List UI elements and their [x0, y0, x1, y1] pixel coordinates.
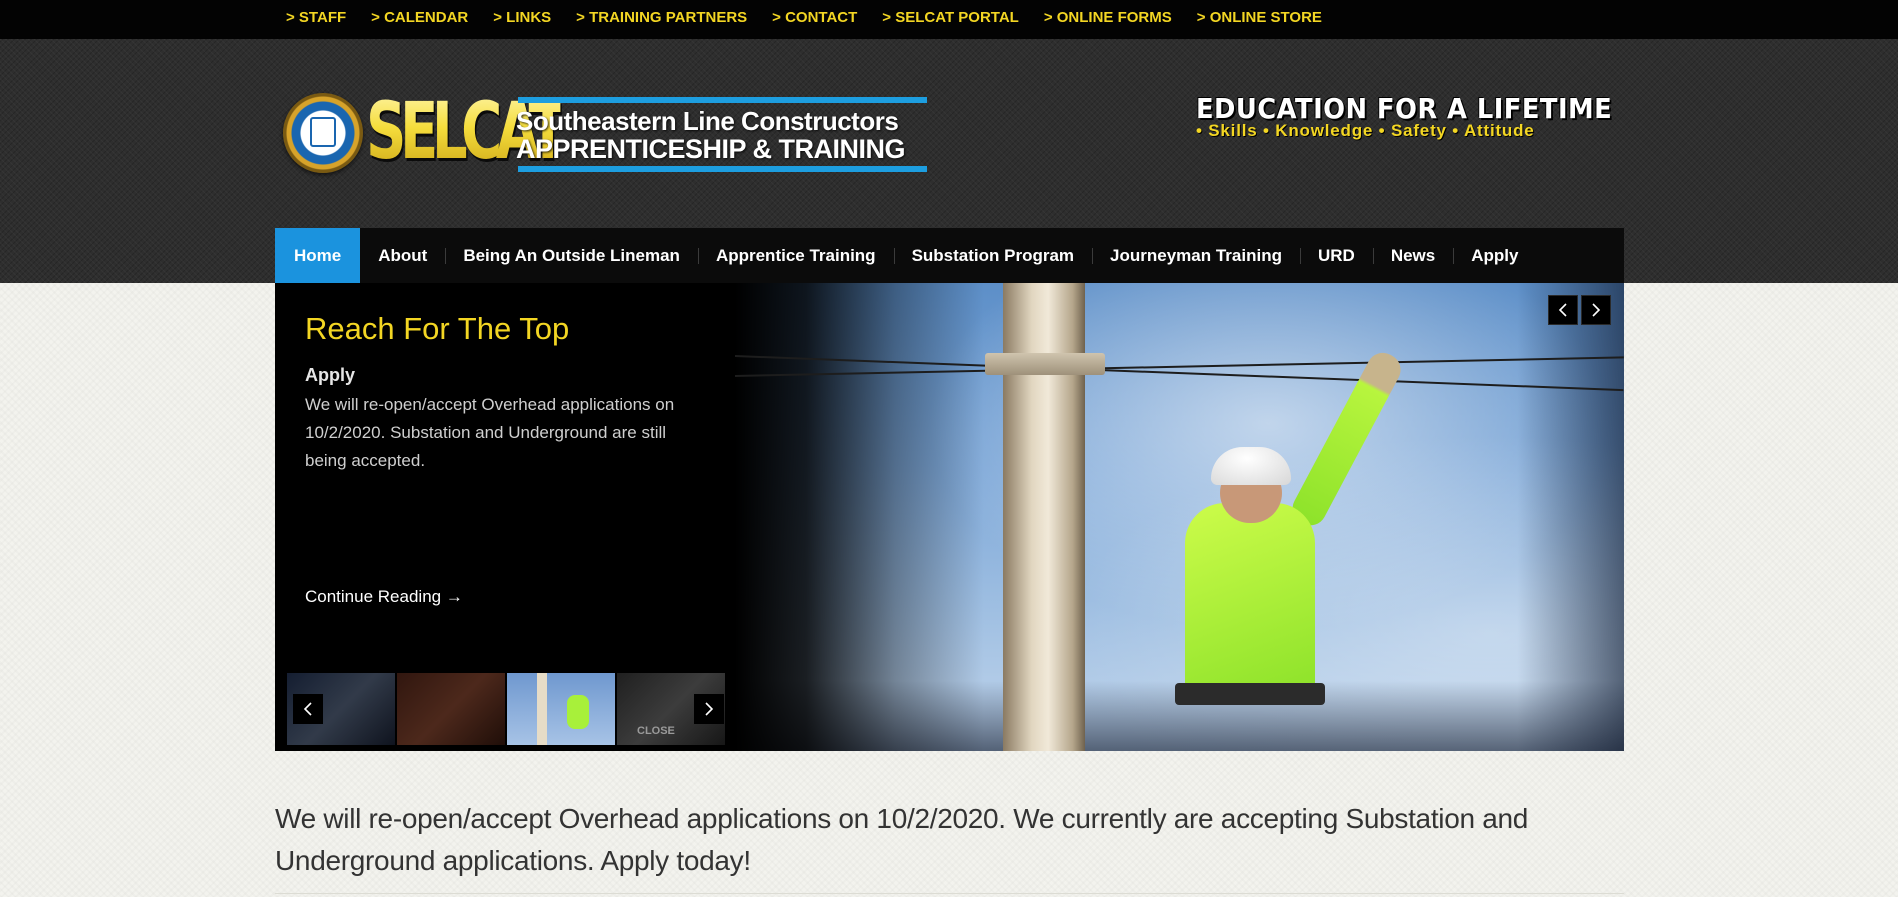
thumbnail-prev-button[interactable]: [293, 694, 323, 724]
announcement-text: We will re-open/accept Overhead applicat…: [275, 803, 1529, 876]
logo-tagline-line2: APPRENTICESHIP & TRAINING: [516, 134, 906, 164]
slide-description: We will re-open/accept Overhead applicat…: [305, 395, 675, 470]
lineman-arm: [1286, 347, 1407, 531]
nav-substation-program[interactable]: Substation Program: [893, 228, 1092, 283]
nav-news[interactable]: News: [1372, 228, 1453, 283]
top-utility-bar: > STAFF > CALENDAR > LINKS > TRAINING PA…: [0, 0, 1898, 39]
chevron-right-icon: [1592, 303, 1601, 317]
chevron-left-icon: [1558, 303, 1567, 317]
section-divider: [275, 893, 1624, 894]
link-online-store[interactable]: > ONLINE STORE: [1197, 9, 1322, 26]
thumbnail-next-button[interactable]: [694, 694, 724, 724]
slide-thumbnail-active[interactable]: [507, 673, 615, 745]
slide-prev-button[interactable]: [1548, 295, 1578, 325]
slide-subtitle: Apply: [305, 365, 356, 385]
hard-hat-icon: [1211, 447, 1291, 485]
site-logo[interactable]: SELCAT Southeastern Line Constructors AP…: [280, 87, 930, 180]
nav-apply[interactable]: Apply: [1453, 228, 1536, 283]
slide-thumbnail[interactable]: [397, 673, 505, 745]
seal-emblem-icon: [310, 117, 336, 147]
main-navigation: Home About Being An Outside Lineman Appr…: [275, 228, 1624, 283]
chevron-left-icon: [303, 702, 312, 716]
continue-reading-link[interactable]: Continue Reading →: [305, 587, 463, 607]
nav-being-an-outside-lineman[interactable]: Being An Outside Lineman: [445, 228, 698, 283]
link-contact[interactable]: > CONTACT: [772, 9, 857, 26]
link-calendar[interactable]: > CALENDAR: [371, 9, 468, 26]
featured-slider: Reach For The Top Apply We will re-open/…: [275, 283, 1624, 751]
slide-title: Reach For The Top: [305, 311, 570, 346]
slide-image-lineman[interactable]: [734, 283, 1624, 751]
lineman-figure: [1165, 347, 1407, 743]
link-training-partners[interactable]: > TRAINING PARTNERS: [576, 9, 747, 26]
slider-thumbnails: CLOSE: [287, 673, 725, 745]
climbing-belt: [1175, 683, 1325, 705]
utility-links: > STAFF > CALENDAR > LINKS > TRAINING PA…: [286, 0, 1322, 34]
nav-journeyman-training[interactable]: Journeyman Training: [1092, 228, 1300, 283]
seal-icon: [283, 93, 363, 173]
link-selcat-portal[interactable]: > SELCAT PORTAL: [882, 9, 1019, 26]
chevron-right-icon: [705, 702, 714, 716]
motto-title: EDUCATION FOR A LIFETIME: [1196, 92, 1613, 125]
header-motto: EDUCATION FOR A LIFETIME • Skills • Know…: [1196, 92, 1616, 141]
link-staff[interactable]: > STAFF: [286, 9, 346, 26]
link-online-forms[interactable]: > ONLINE FORMS: [1044, 9, 1172, 26]
logo-tagline-line1: Southeastern Line Constructors: [516, 106, 899, 136]
slide-next-button[interactable]: [1581, 295, 1611, 325]
thumbnail-lineman: [567, 695, 589, 729]
thumbnail-pole: [537, 673, 547, 745]
nav-apprentice-training[interactable]: Apprentice Training: [697, 228, 894, 283]
pole-crossarm: [985, 353, 1105, 375]
slider-controls: [1548, 295, 1611, 325]
slide-caption-panel: Reach For The Top Apply We will re-open/…: [275, 283, 735, 751]
nav-about[interactable]: About: [360, 228, 445, 283]
thumbnail-caption: CLOSE: [637, 725, 675, 737]
link-links[interactable]: > LINKS: [493, 9, 551, 26]
nav-home[interactable]: Home: [275, 228, 361, 283]
nav-urd[interactable]: URD: [1299, 228, 1373, 283]
lineman-safety-vest: [1185, 503, 1315, 693]
